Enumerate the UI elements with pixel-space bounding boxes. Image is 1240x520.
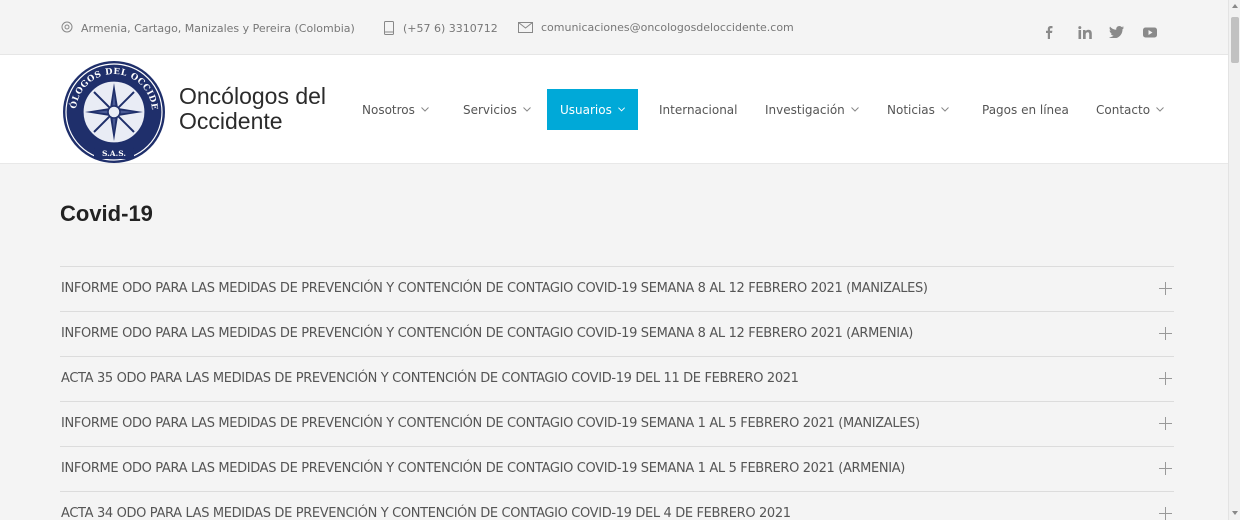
nav-label: Servicios [463,102,517,117]
nav-label: Usuarios [560,102,612,117]
plus-icon[interactable] [1159,372,1172,385]
twitter-icon[interactable] [1108,25,1124,39]
facebook-icon[interactable] [1043,25,1055,39]
accordion-item[interactable]: INFORME ODO PARA LAS MEDIDAS DE PREVENCI… [60,401,1174,446]
accordion-item[interactable]: ACTA 34 ODO PARA LAS MEDIDAS DE PREVENCI… [60,491,1174,520]
site-header: ONCÓLOGOS DEL OCCIDENTE S.A.S. Oncólogos… [0,55,1228,164]
email-info[interactable]: comunicaciones@oncologosdeloccidente.com [518,21,794,34]
brand-line-1: Oncólogos del [179,83,327,109]
plus-icon[interactable] [1159,462,1172,475]
scrollbar[interactable] [1228,0,1240,520]
chevron-down-icon [421,107,429,112]
nav-item-pagos-en-linea[interactable]: Pagos en línea [982,89,1069,130]
nav-item-investigacion[interactable]: Investigación [765,89,859,130]
accordion-item-title: INFORME ODO PARA LAS MEDIDAS DE PREVENCI… [61,326,913,341]
accordion-item-title: ACTA 35 ODO PARA LAS MEDIDAS DE PREVENCI… [61,371,799,386]
phone-info[interactable]: (+57 6) 3310712 [383,21,498,35]
linkedin-icon[interactable] [1077,25,1094,39]
phone-text: (+57 6) 3310712 [403,21,498,35]
chevron-down-icon [1156,107,1164,112]
nav-label: Pagos en línea [982,102,1069,117]
accordion-item[interactable]: INFORME ODO PARA LAS MEDIDAS DE PREVENCI… [60,446,1174,491]
scrollbar-thumb[interactable] [1231,17,1239,63]
nav-item-usuarios[interactable]: Usuarios [547,89,638,130]
mail-icon [518,22,533,33]
company-logo[interactable]: ONCÓLOGOS DEL OCCIDENTE S.A.S. [61,59,167,165]
top-info-bar: Armenia, Cartago, Manizales y Pereira (C… [0,0,1228,55]
accordion-item-title: INFORME ODO PARA LAS MEDIDAS DE PREVENCI… [61,416,920,431]
page: Armenia, Cartago, Manizales y Pereira (C… [0,0,1228,520]
chevron-down-icon [617,107,625,112]
nav-item-internacional[interactable]: Internacional [659,89,737,130]
nav-label: Internacional [659,102,738,117]
accordion-item-title: ACTA 34 ODO PARA LAS MEDIDAS DE PREVENCI… [61,506,791,520]
nav-label: Nosotros [362,102,415,117]
nav-label: Contacto [1096,102,1151,117]
brand-line-2: Occidente [179,108,283,134]
phone-icon [384,21,394,35]
nav-item-contacto[interactable]: Contacto [1096,89,1164,130]
page-title: Covid-19 [60,201,153,226]
chevron-down-icon [941,107,949,112]
accordion-item-title: INFORME ODO PARA LAS MEDIDAS DE PREVENCI… [61,281,928,296]
nav-item-servicios[interactable]: Servicios [463,89,531,130]
logo-sas-text: S.A.S. [102,149,126,158]
brand-name[interactable]: Oncólogos del Occidente [179,84,326,134]
accordion-item[interactable]: INFORME ODO PARA LAS MEDIDAS DE PREVENCI… [60,266,1174,311]
youtube-icon[interactable] [1141,25,1158,39]
chevron-down-icon [850,107,859,112]
plus-icon[interactable] [1159,417,1172,430]
email-text: comunicaciones@oncologosdeloccidente.com [541,21,794,34]
nav-item-nosotros[interactable]: Nosotros [362,89,429,130]
accordion-item[interactable]: ACTA 35 ODO PARA LAS MEDIDAS DE PREVENCI… [60,356,1174,401]
accordion-item-title: INFORME ODO PARA LAS MEDIDAS DE PREVENCI… [61,461,906,476]
scroll-up-arrow-icon[interactable] [1232,4,1238,8]
plus-icon[interactable] [1159,327,1172,340]
map-pin-icon [61,21,73,33]
chevron-down-icon [523,107,531,112]
plus-icon[interactable] [1159,507,1172,520]
nav-item-noticias[interactable]: Noticias [887,89,949,130]
location-text: Armenia, Cartago, Manizales y Pereira (C… [81,21,355,35]
nav-label: Investigación [765,102,845,117]
location-info: Armenia, Cartago, Manizales y Pereira (C… [61,21,355,35]
plus-icon[interactable] [1159,282,1172,295]
accordion-list: INFORME ODO PARA LAS MEDIDAS DE PREVENCI… [60,266,1174,520]
accordion-item[interactable]: INFORME ODO PARA LAS MEDIDAS DE PREVENCI… [60,311,1174,356]
nav-label: Noticias [887,102,935,117]
scroll-down-arrow-icon[interactable] [1232,511,1238,515]
